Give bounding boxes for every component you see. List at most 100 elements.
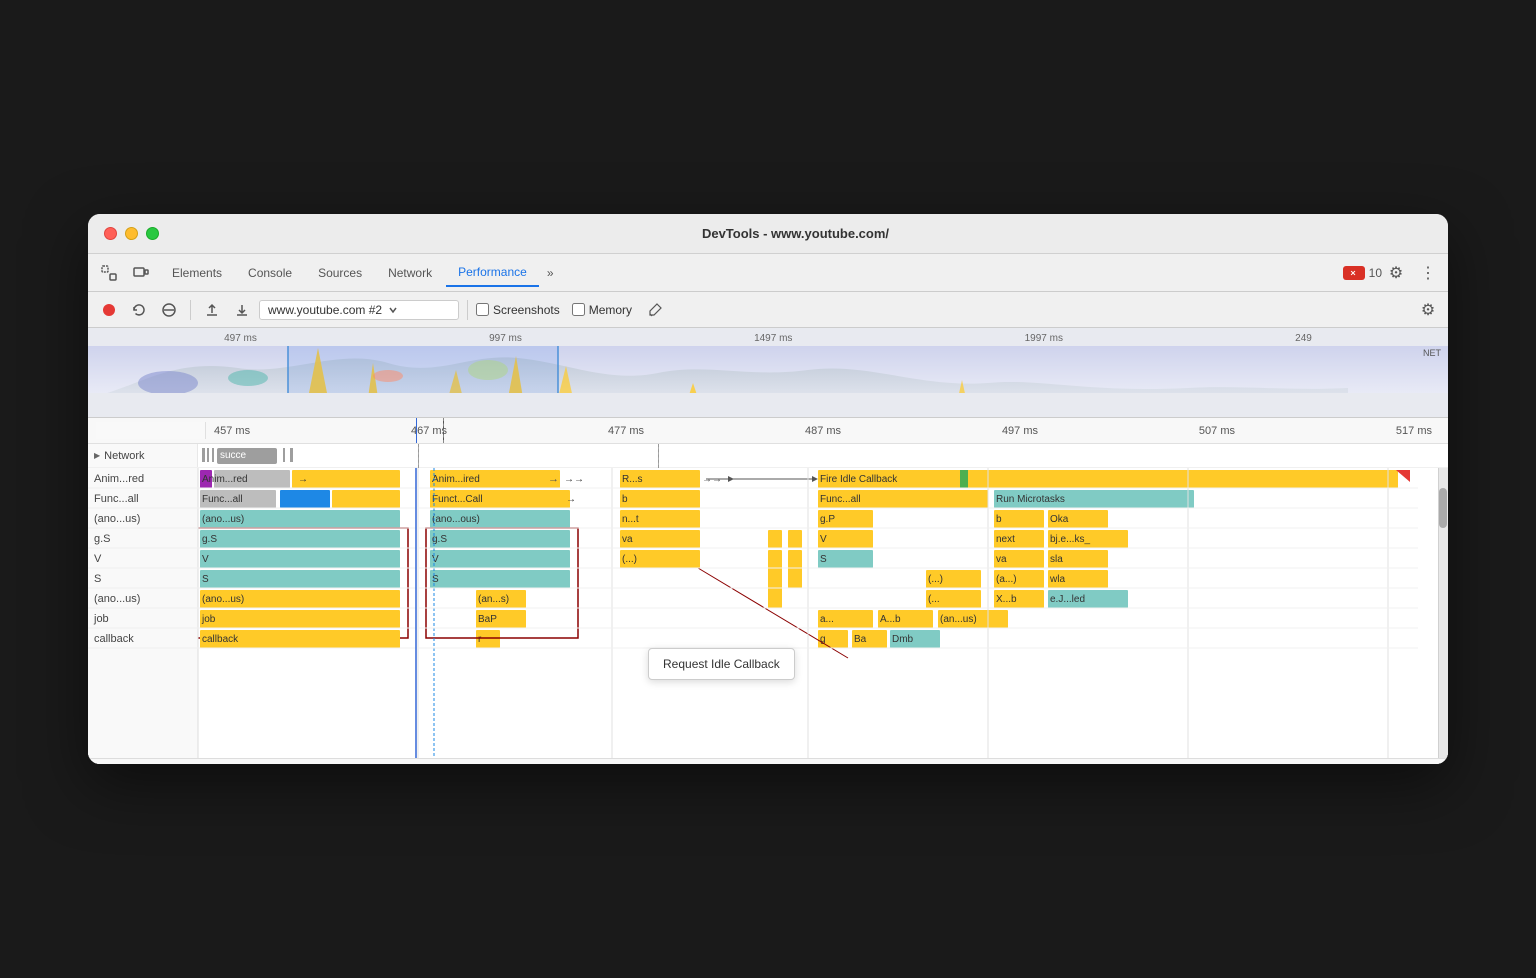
svg-text:X...b: X...b — [996, 594, 1017, 605]
overview-timestamps: 497 ms 997 ms 1497 ms 1997 ms 249 — [88, 328, 1448, 346]
svg-text:→→: →→ — [564, 474, 584, 485]
ts-3: 1997 ms — [1025, 333, 1063, 344]
devtools-window: DevTools - www.youtube.com/ Elements Con… — [88, 214, 1448, 764]
ts-0: 497 ms — [224, 333, 257, 344]
svg-text:Run Microtasks: Run Microtasks — [996, 494, 1065, 505]
flame-bar-r2[interactable] — [620, 490, 700, 508]
ts-4: 249 — [1295, 333, 1312, 344]
svg-text:Func...all: Func...all — [820, 494, 861, 505]
flame-bar[interactable] — [200, 550, 400, 568]
net-bar-1 — [202, 448, 205, 462]
flame-bar[interactable] — [332, 490, 400, 508]
flame-bar-mid-6[interactable] — [430, 570, 570, 588]
ruler-3: 487 ms — [805, 425, 841, 437]
svg-text:b: b — [996, 514, 1002, 525]
svg-text:callback: callback — [202, 634, 239, 645]
tab-performance[interactable]: Performance — [446, 259, 539, 287]
svg-text:g.P: g.P — [820, 514, 835, 525]
fire-idle-callback-bar[interactable] — [818, 470, 1398, 488]
svg-text:(an...s): (an...s) — [478, 594, 509, 605]
download-button[interactable] — [229, 297, 255, 323]
network-label-text: Network — [104, 450, 144, 462]
close-button[interactable] — [104, 227, 117, 240]
svg-text:g.S: g.S — [202, 534, 217, 545]
svg-text:(ano...us): (ano...us) — [94, 593, 140, 605]
svg-text:e.J...led: e.J...led — [1050, 594, 1085, 605]
toolbar: www.youtube.com #2 Screenshots Memory — [88, 292, 1448, 328]
svg-text:(an...us): (an...us) — [940, 614, 977, 625]
error-count: 10 — [1369, 266, 1382, 280]
svg-text:Oka: Oka — [1050, 514, 1069, 525]
device-icon[interactable] — [128, 260, 154, 286]
svg-text:Func...all: Func...all — [94, 493, 139, 505]
flame-bar[interactable] — [200, 530, 400, 548]
svg-text:V: V — [202, 554, 209, 565]
upload-button[interactable] — [199, 297, 225, 323]
svg-text:V: V — [94, 553, 102, 565]
screenshots-checkbox[interactable] — [476, 303, 489, 316]
screenshots-label: Screenshots — [493, 303, 560, 317]
v-line-2 — [658, 444, 659, 468]
settings-button[interactable]: ⚙ — [1384, 261, 1408, 285]
svg-text:✕: ✕ — [1350, 270, 1356, 277]
succe-bar: succe — [217, 448, 277, 464]
flame-bar[interactable] — [292, 470, 400, 488]
svg-text:A...b: A...b — [880, 614, 901, 625]
more-options-button[interactable]: ⋮ — [1416, 261, 1440, 285]
svg-text:(ano...us): (ano...us) — [202, 594, 244, 605]
svg-text:next: next — [996, 534, 1015, 545]
svg-text:(a...): (a...) — [996, 574, 1017, 585]
toolbar-separator-1 — [190, 300, 191, 320]
reload-button[interactable] — [126, 297, 152, 323]
svg-text:→: → — [298, 474, 308, 485]
ruler-5: 507 ms — [1199, 425, 1235, 437]
tooltip-text: Request Idle Callback — [663, 657, 780, 671]
tab-controls: ⚙ ⋮ — [1384, 261, 1440, 285]
traffic-lights — [104, 227, 159, 240]
expand-icon[interactable]: ▶ — [94, 451, 100, 460]
ruler-spacer — [96, 422, 206, 439]
flame-bar[interactable] — [200, 610, 400, 628]
tab-bar: Elements Console Sources Network Perform… — [88, 254, 1448, 292]
tab-sources[interactable]: Sources — [306, 260, 374, 286]
memory-checkbox[interactable] — [572, 303, 585, 316]
inspect-icon[interactable] — [96, 260, 122, 286]
timeline-overview[interactable]: CPU NET 497 ms 997 ms 1497 ms 1997 ms 24… — [88, 328, 1448, 418]
svg-text:job: job — [93, 613, 109, 625]
screenshots-checkbox-group: Screenshots — [476, 303, 560, 317]
svg-text:va: va — [996, 554, 1007, 565]
maximize-button[interactable] — [146, 227, 159, 240]
svg-text:(ano...us): (ano...us) — [94, 513, 140, 525]
svg-text:Func...all: Func...all — [202, 494, 243, 505]
bottom-tabs: Summary Bottom-Up Call Tree Event Log — [88, 758, 1448, 764]
network-track-row: ▶ Network succe — [88, 444, 1448, 468]
svg-text:Anim...red: Anim...red — [202, 474, 248, 485]
tab-more[interactable]: » — [541, 262, 560, 284]
svg-text:V: V — [820, 534, 827, 545]
flame-bar[interactable] — [280, 490, 330, 508]
svg-text:(...): (...) — [928, 574, 943, 585]
scrollbar-thumb[interactable] — [1439, 488, 1447, 528]
ts-2: 1497 ms — [754, 333, 792, 344]
memory-checkbox-group: Memory — [572, 303, 632, 317]
net-label: NET — [1423, 346, 1442, 360]
tab-network[interactable]: Network — [376, 260, 444, 286]
tab-elements[interactable]: Elements — [160, 260, 234, 286]
flame-bar-mid-5[interactable] — [430, 550, 570, 568]
svg-text:S: S — [202, 574, 209, 585]
clear-button[interactable] — [156, 297, 182, 323]
svg-text:n...t: n...t — [622, 514, 639, 525]
flame-bar[interactable] — [200, 570, 400, 588]
flame-bar-mid-4[interactable] — [430, 530, 570, 548]
performance-canvas: ▶ Network succe — [88, 444, 1448, 764]
brush-button[interactable] — [642, 297, 668, 323]
url-selector[interactable]: www.youtube.com #2 — [259, 300, 459, 320]
vertical-scrollbar[interactable] — [1438, 468, 1448, 758]
tab-console[interactable]: Console — [236, 260, 304, 286]
svg-text:R...s: R...s — [622, 474, 643, 485]
record-button[interactable] — [96, 297, 122, 323]
minimize-button[interactable] — [125, 227, 138, 240]
svg-text:V: V — [432, 554, 439, 565]
perf-settings-button[interactable]: ⚙ — [1416, 298, 1440, 322]
svg-text:Fire Idle Callback: Fire Idle Callback — [820, 474, 898, 485]
